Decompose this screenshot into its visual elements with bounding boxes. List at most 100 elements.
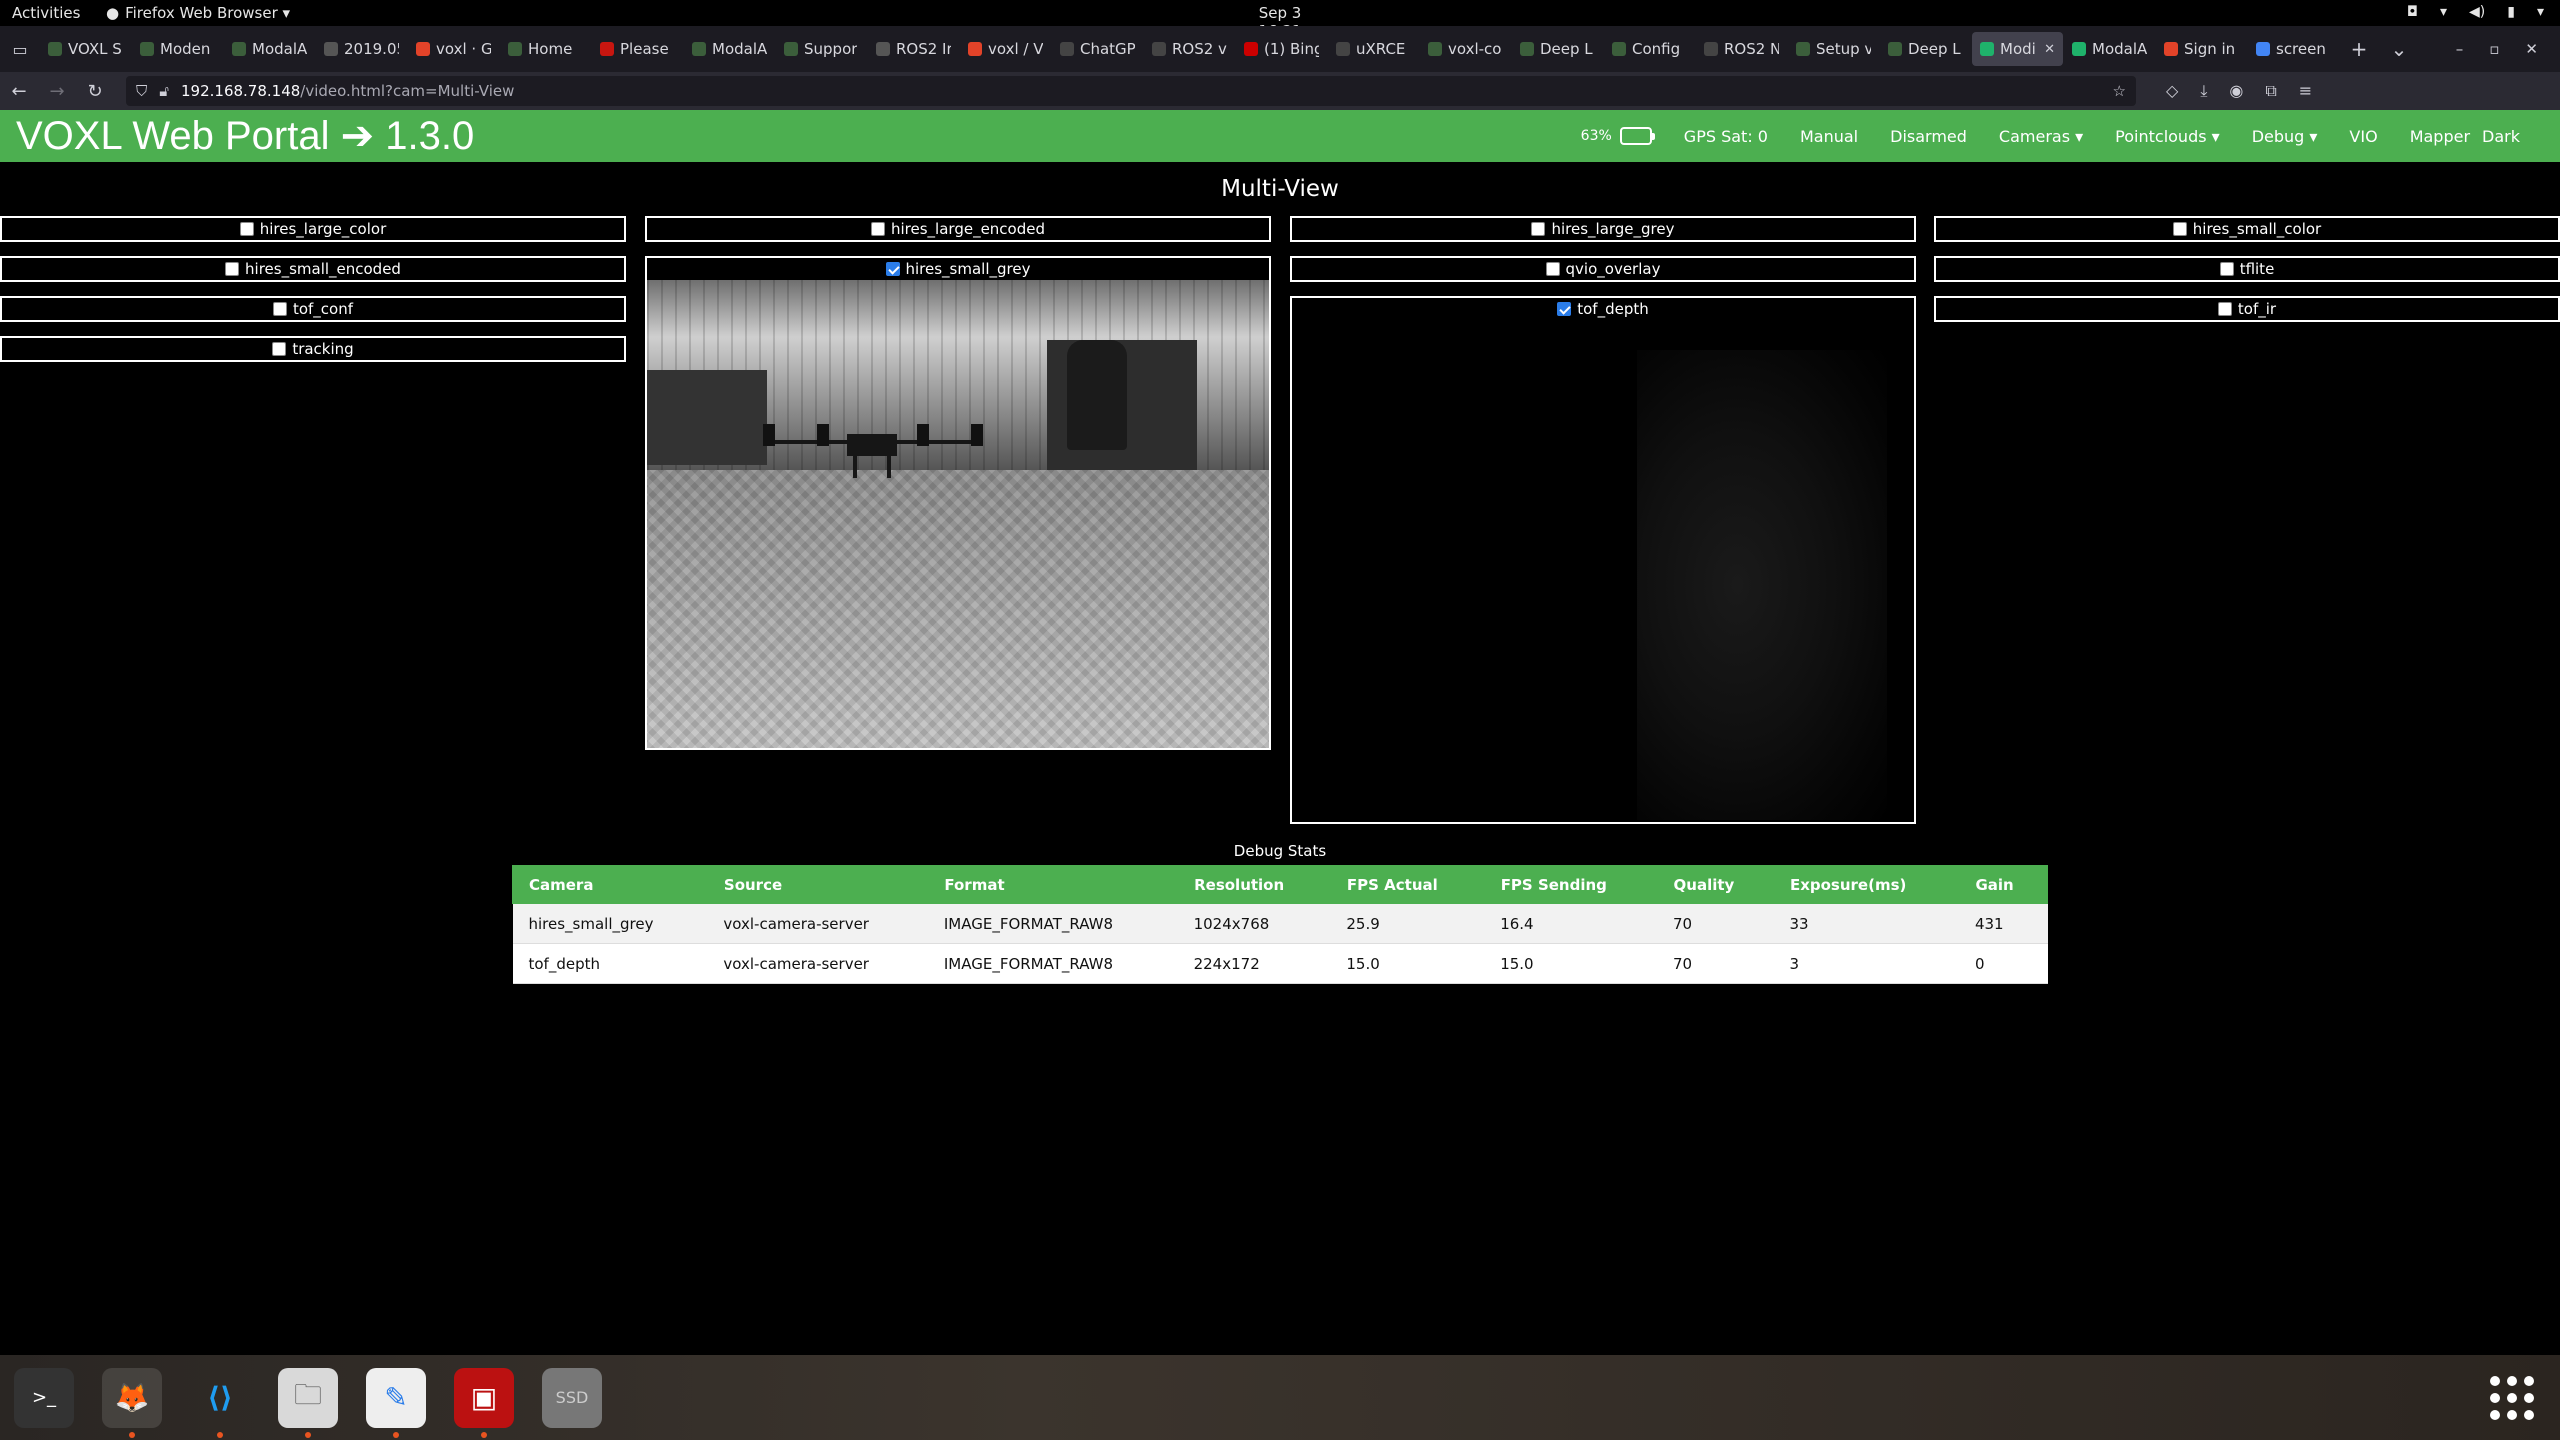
minimize-icon[interactable]: – [2456,40,2464,58]
text-editor-icon[interactable]: ✎ [366,1367,426,1438]
camera-checkbox[interactable] [272,342,287,356]
downloads-icon[interactable]: ⤓ [2200,81,2207,101]
browser-tab[interactable]: Moden [132,32,223,66]
browser-tab[interactable]: ROS2 N [1696,32,1787,66]
nav-mapper-link[interactable]: Mapper [2410,127,2470,146]
activities-button[interactable]: Activities [12,4,80,22]
extensions-icon[interactable]: ⧉ [2265,81,2276,101]
browser-tab[interactable]: ModalA [224,32,315,66]
browser-tab[interactable]: 2019.05.2 [316,32,407,66]
camera-checkbox[interactable] [272,302,287,316]
camera-checkbox[interactable] [2172,222,2187,236]
browser-tab[interactable]: (1) Bing [1236,32,1327,66]
camera-toggle[interactable]: hires_large_grey [1292,218,1914,240]
url-bar[interactable]: ⛉ 🔓︎ 192.168.78.148/video.html?cam=Multi… [126,76,2136,106]
firefox-view-icon[interactable]: ▭ [0,40,40,59]
camera-toggle[interactable]: tflite [1936,258,2558,280]
browser-tab[interactable]: screen [2248,32,2339,66]
camera-checkbox[interactable] [2219,262,2234,276]
page-title: Multi-View [1221,176,1339,202]
browser-tab[interactable]: Sign in [2156,32,2247,66]
table-cell: tof_depth [512,943,708,984]
camera-toggle[interactable]: hires_large_encoded [647,218,1269,240]
browser-tab[interactable]: Deep L [1880,32,1971,66]
camera-checkbox[interactable] [239,222,254,236]
nav-vio-link[interactable]: VIO [2349,127,2377,146]
camera-toggle[interactable]: hires_large_color [2,218,624,240]
battery-indicator: 63% [1581,127,1655,145]
lock-icon[interactable]: 🔓︎ [159,82,169,100]
menu-icon[interactable]: ≡ [2299,81,2312,101]
camera-toggle[interactable]: qvio_overlay [1292,258,1914,280]
column-header: Gain [1958,865,2048,904]
tab-title: (1) Bing [1264,40,1319,58]
ssd-icon[interactable]: SSD [542,1367,602,1428]
camera-name: tflite [2239,260,2275,278]
forward-icon[interactable]: → [38,81,76,102]
pocket-icon[interactable]: ◇ [2166,81,2178,101]
browser-tab[interactable]: ROS2 Ir [868,32,959,66]
theme-toggle[interactable]: Dark [2482,127,2520,146]
files-icon[interactable]: 🗀 [278,1367,338,1438]
close-tab-icon[interactable]: ✕ [2044,42,2055,57]
browser-tab[interactable]: voxl-co [1420,32,1511,66]
browser-tab[interactable]: Please [592,32,683,66]
browser-tab[interactable]: Deep L [1512,32,1603,66]
reload-icon[interactable]: ↻ [76,81,114,102]
camera-toggle[interactable]: tof_conf [2,298,624,320]
tab-title: ChatGP [1080,40,1135,58]
tab-favicon-icon [600,42,614,56]
portal-title[interactable]: VOXL Web Portal ➔ 1.3.0 [16,113,474,159]
camera-name: hires_small_encoded [245,260,401,278]
camera-toggle[interactable]: tof_ir [1936,298,2558,320]
browser-tab[interactable]: Home [500,32,591,66]
camera-checkbox[interactable] [885,262,900,276]
camera-checkbox[interactable] [2217,302,2232,316]
bookmark-star-icon[interactable]: ☆ [2113,82,2126,100]
account-icon[interactable]: ◉ [2229,81,2243,101]
browser-tab[interactable]: ROS2 v [1144,32,1235,66]
battery-icon [1619,127,1655,145]
browser-tab[interactable]: Modi ✕ [1972,32,2063,66]
camera-toggle[interactable]: hires_small_color [1936,218,2558,240]
maximize-icon[interactable]: ▫ [2489,40,2499,58]
browser-tab[interactable]: ModalA [2064,32,2155,66]
camera-checkbox[interactable] [1531,222,1546,236]
table-cell: voxl-camera-server [707,903,928,944]
firefox-icon[interactable]: 🦊 [102,1367,162,1438]
browser-tab[interactable]: voxl · G [408,32,499,66]
camera-toggle[interactable]: hires_small_encoded [2,258,624,280]
nav-cameras-dropdown[interactable]: Cameras ▾ [1999,127,2083,146]
system-tray[interactable]: ◘ ▾ ◀) ▮ ▾ [2407,4,2544,20]
close-window-icon[interactable]: ✕ [2525,40,2538,58]
show-apps-icon[interactable] [2490,1375,2534,1420]
browser-tab[interactable]: uXRCE [1328,32,1419,66]
terminator-icon[interactable]: ▣ [454,1367,514,1438]
browser-tab[interactable]: Setup v [1788,32,1879,66]
list-all-tabs-icon[interactable]: ⌄ [2379,37,2419,61]
shield-icon[interactable]: ⛉ [136,82,147,100]
camera-checkbox[interactable] [1545,262,1560,276]
nav-debug-dropdown[interactable]: Debug ▾ [2252,127,2318,146]
browser-tab[interactable]: ModalA [684,32,775,66]
column-header: FPS Actual [1329,865,1485,904]
camera-toggle[interactable]: hires_small_grey [647,258,1269,280]
back-icon[interactable]: ← [0,81,38,102]
nav-pointclouds-dropdown[interactable]: Pointclouds ▾ [2115,127,2220,146]
browser-tab[interactable]: Suppor [776,32,867,66]
app-menu[interactable]: ● Firefox Web Browser ▾ [106,4,290,22]
browser-tab[interactable]: VOXL S [40,32,131,66]
tab-favicon-icon [2164,42,2178,56]
camera-checkbox[interactable] [225,262,240,276]
camera-toggle[interactable]: tof_depth [1292,298,1914,320]
camera-toggle[interactable]: tracking [2,338,624,360]
camera-checkbox[interactable] [1557,302,1572,316]
terminal-icon[interactable]: >_ [14,1367,74,1428]
browser-tab[interactable]: ChatGP [1052,32,1143,66]
new-tab-button[interactable]: + [2339,37,2379,61]
browser-tab[interactable]: voxl / V [960,32,1051,66]
vscode-icon[interactable]: ⟨⟩ [190,1368,250,1438]
tab-title: Setup v [1816,40,1871,58]
browser-tab[interactable]: Config [1604,32,1695,66]
camera-checkbox[interactable] [871,222,885,236]
